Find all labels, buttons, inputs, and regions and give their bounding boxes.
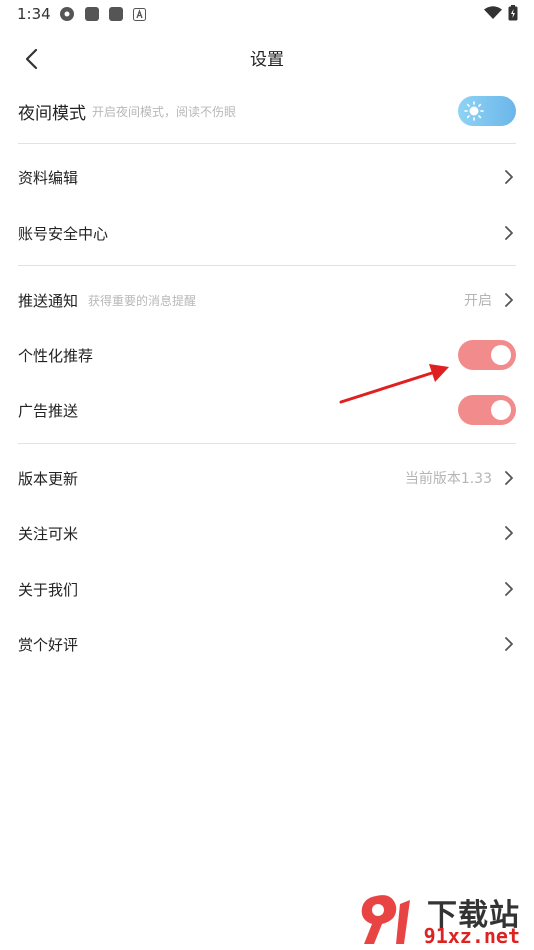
chevron-right-icon [502,636,516,652]
follow-label: 关注可米 [18,524,79,543]
version-value: 当前版本1.33 [404,471,492,487]
night-mode-toggle[interactable] [458,96,516,126]
chevron-right-icon [502,525,516,541]
page-title: 设置 [250,50,284,70]
chevron-right-icon [502,225,516,241]
toggle-knob [491,345,511,365]
status-time: 1:34 [17,5,51,23]
rate-label: 赏个好评 [18,635,79,654]
toggle-knob [491,400,511,420]
chevron-right-icon [502,169,516,185]
personalized-recommend-toggle[interactable] [458,340,516,370]
account-security-label: 账号安全中心 [18,224,109,243]
night-mode-title: 夜间模式 [18,103,86,124]
divider [18,143,516,144]
profile-edit-row[interactable]: 资料编辑 [0,152,534,202]
push-notification-value: 开启 [464,293,492,309]
chevron-right-icon [502,292,516,308]
ads-push-toggle[interactable] [458,395,516,425]
about-us-label: 关于我们 [18,580,79,599]
divider [18,443,516,444]
chevron-right-icon [502,470,516,486]
app-notification-icon [60,7,74,21]
header: 设置 [0,30,534,82]
status-bar: 1:34 [0,0,534,30]
battery-icon [508,5,518,21]
status-right [484,5,518,21]
rate-row[interactable]: 赏个好评 [0,619,534,669]
night-mode-subtitle: 开启夜间模式，阅读不伤眼 [92,104,237,119]
about-us-row[interactable]: 关于我们 [0,564,534,614]
version-update-row[interactable]: 版本更新 当前版本1.33 [0,453,534,503]
profile-edit-label: 资料编辑 [18,168,79,187]
divider [18,265,516,266]
watermark-91-icon [361,895,410,944]
app-notification-icon [85,7,99,21]
version-update-label: 版本更新 [18,469,79,488]
wifi-icon [484,6,502,19]
push-notification-label: 推送通知 [18,291,79,310]
account-security-row[interactable]: 账号安全中心 [0,208,534,258]
ads-push-label: 广告推送 [18,401,79,420]
night-mode-row: 夜间模式 开启夜间模式，阅读不伤眼 [0,86,534,136]
chevron-right-icon [502,581,516,597]
watermark-bottom-text: 91xz.net [423,924,520,948]
app-notification-icon [109,7,123,21]
watermark-logo: 下载站 91xz.net [356,888,526,950]
annotation-arrow-icon [339,364,449,404]
personalized-recommend-label: 个性化推荐 [18,346,94,365]
push-notification-row[interactable]: 推送通知 获得重要的消息提醒 开启 [0,275,534,325]
sun-icon [464,101,484,121]
app-notification-icon [133,8,146,21]
push-notification-subtitle: 获得重要的消息提醒 [88,293,197,308]
follow-row[interactable]: 关注可米 [0,508,534,558]
